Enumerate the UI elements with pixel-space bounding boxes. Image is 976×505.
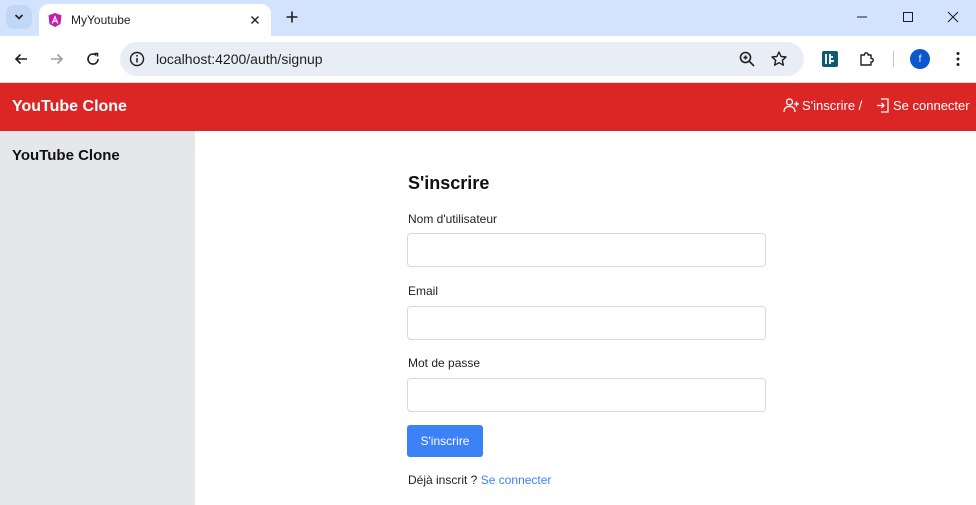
already-registered-text: Déjà inscrit ? Se connecter [408, 473, 551, 487]
arrow-left-icon [14, 53, 27, 65]
star-icon[interactable] [770, 50, 788, 68]
header-login-label: Se connecter [893, 98, 970, 113]
reload-icon [87, 52, 99, 65]
user-plus-icon [783, 98, 799, 113]
login-link[interactable]: Se connecter [481, 473, 552, 487]
minimize-button[interactable] [839, 0, 885, 34]
address-bar[interactable]: localhost:4200/auth/signup [120, 42, 804, 76]
url-text: localhost:4200/auth/signup [156, 51, 323, 67]
puzzle-icon [860, 52, 874, 66]
info-icon[interactable] [129, 51, 145, 67]
already-registered-label: Déjà inscrit ? [408, 473, 478, 487]
username-label: Nom d'utilisateur [408, 212, 497, 226]
sidebar-title: YouTube Clone [12, 147, 120, 164]
maximize-icon [903, 12, 913, 22]
arrow-right-icon [51, 53, 64, 65]
email-input[interactable] [407, 306, 766, 340]
maximize-button[interactable] [885, 0, 931, 34]
toolbar-separator [893, 51, 894, 67]
header-signup-label: S'inscrire / [802, 98, 863, 113]
app-brand[interactable]: YouTube Clone [12, 98, 127, 116]
tab-search-button[interactable] [6, 5, 32, 29]
sidebar: YouTube Clone [0, 131, 195, 505]
username-input[interactable] [407, 233, 766, 267]
extensions-button[interactable] [857, 49, 877, 69]
profile-initial: f [918, 53, 922, 65]
password-input[interactable] [407, 378, 766, 412]
back-button[interactable] [9, 47, 33, 71]
profile-avatar[interactable]: f [910, 49, 930, 69]
tab-close-button[interactable] [247, 12, 263, 28]
extension-logo-icon [822, 51, 838, 67]
browser-tab[interactable]: MyYoutube [39, 4, 271, 36]
browser-menu-button[interactable] [950, 49, 966, 69]
app-header: YouTube Clone S'inscrire / Se connecter [0, 83, 976, 131]
signup-submit-button[interactable]: S'inscrire [407, 425, 483, 457]
reload-button[interactable] [81, 47, 105, 71]
header-login-link[interactable]: Se connecter [875, 97, 970, 114]
extension-icon[interactable] [820, 49, 840, 69]
angular-logo-icon [48, 13, 62, 27]
email-label: Email [408, 284, 439, 298]
password-label: Mot de passe [408, 356, 481, 370]
new-tab-button[interactable] [281, 6, 303, 28]
close-icon [947, 11, 959, 23]
browser-tab-strip: MyYoutube [0, 0, 976, 36]
window-close-button[interactable] [930, 0, 976, 34]
forward-button[interactable] [45, 47, 69, 71]
chevron-down-icon [14, 14, 24, 20]
browser-toolbar: localhost:4200/auth/signup f [0, 36, 976, 83]
more-vertical-icon [956, 52, 960, 66]
zoom-icon[interactable] [738, 50, 756, 68]
plus-icon [286, 11, 298, 23]
form-title: S'inscrire [408, 173, 490, 193]
header-signup-link[interactable]: S'inscrire / [783, 97, 862, 114]
login-icon [877, 98, 889, 113]
minimize-icon [857, 16, 867, 18]
tab-title: MyYoutube [71, 13, 131, 27]
close-icon [251, 16, 259, 24]
